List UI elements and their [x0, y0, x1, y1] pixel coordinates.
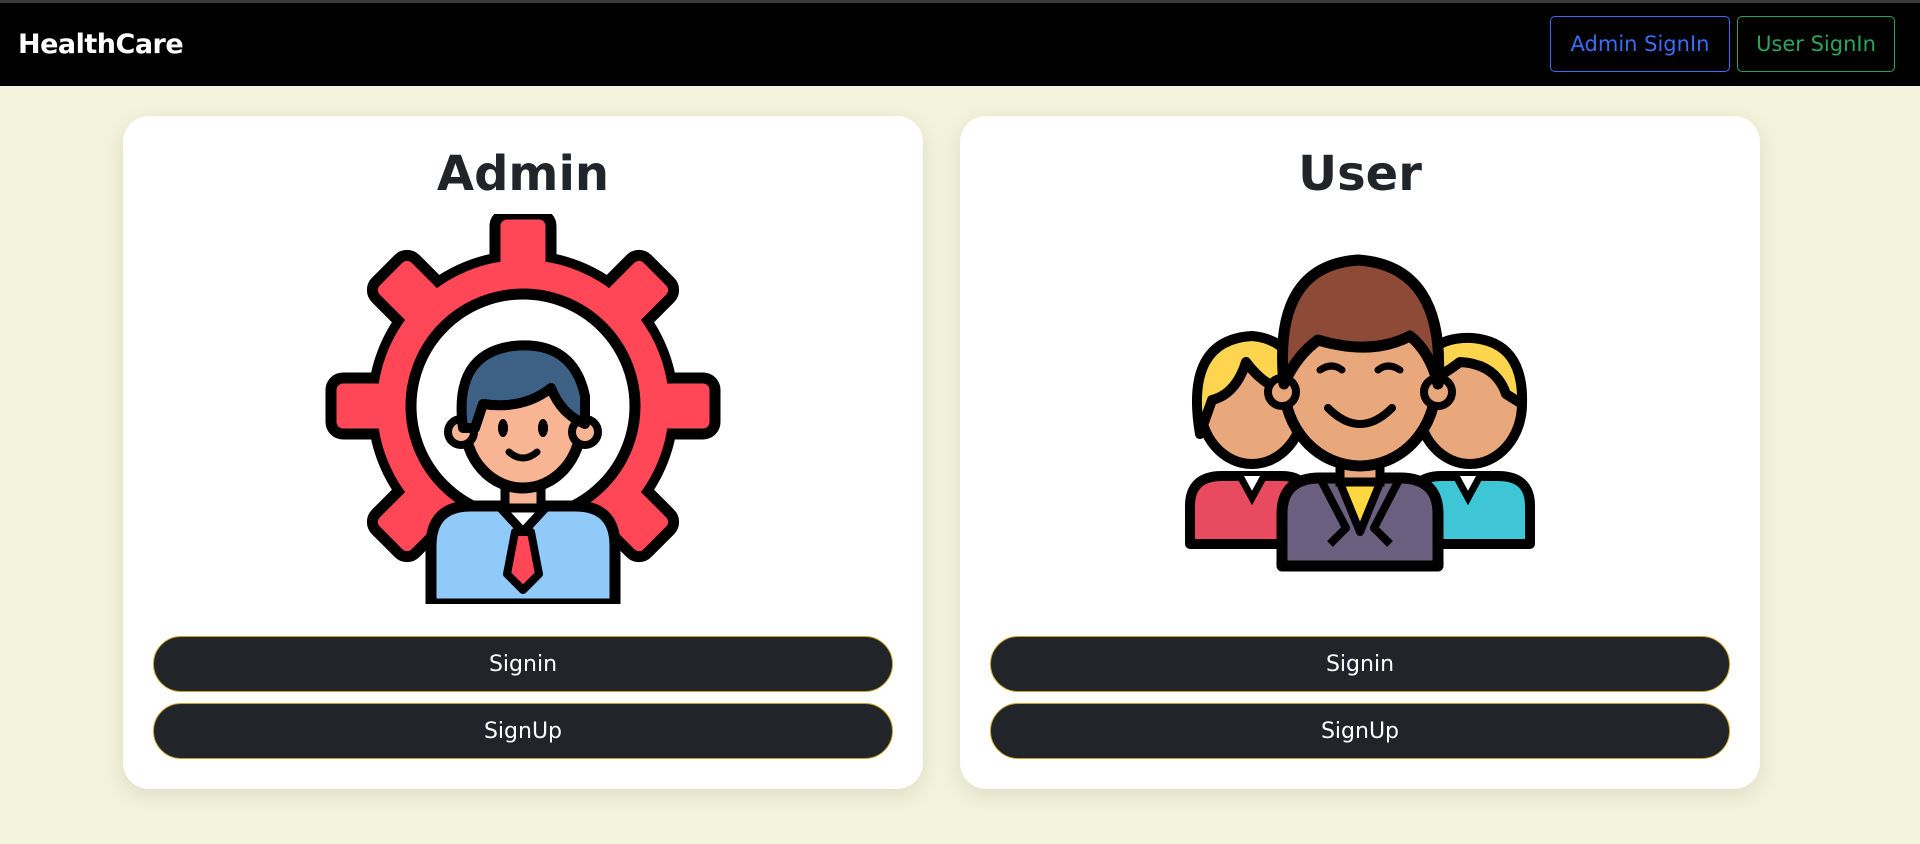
center-person-figure: [1264, 254, 1456, 572]
user-card-title: User: [1298, 146, 1422, 202]
admin-signin-button[interactable]: Signin: [153, 636, 893, 692]
user-signup-button[interactable]: SignUp: [990, 703, 1730, 759]
admin-card: Admin Signin SignUp: [123, 116, 923, 789]
top-navbar: HealthCare Admin SignIn User SignIn: [0, 0, 1920, 86]
user-signin-nav-button[interactable]: User SignIn: [1737, 16, 1895, 72]
admin-signin-nav-button[interactable]: Admin SignIn: [1550, 16, 1730, 72]
admin-card-title: Admin: [436, 146, 610, 202]
admin-signup-button[interactable]: SignUp: [153, 703, 893, 759]
brand-logo-text[interactable]: HealthCare: [18, 3, 184, 86]
user-card: User Signin SignUp: [960, 116, 1760, 789]
user-group-icon: [1185, 254, 1535, 572]
admin-gear-person-icon: [325, 214, 721, 604]
user-signin-button[interactable]: Signin: [990, 636, 1730, 692]
